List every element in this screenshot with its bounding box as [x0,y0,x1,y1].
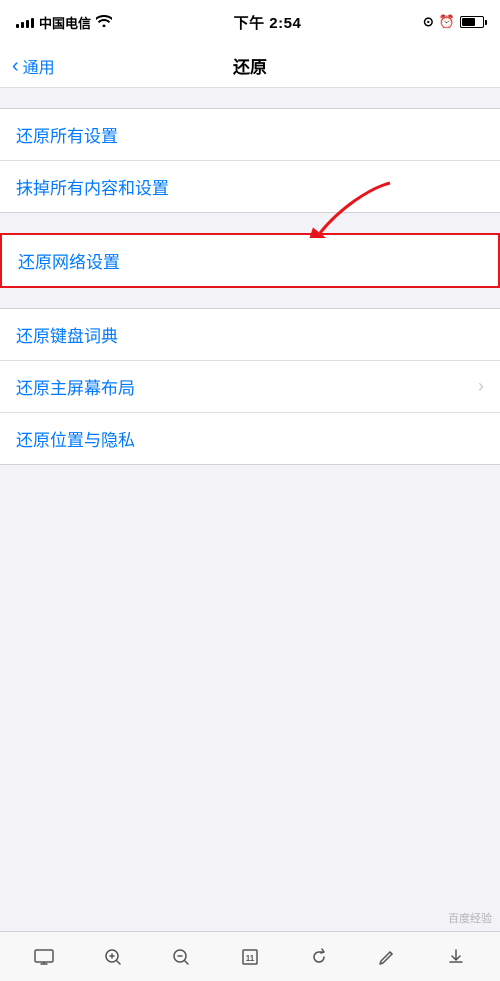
reset-network-label: 还原网络设置 [18,248,120,273]
highlighted-section: 还原网络设置 [0,233,500,288]
keyboard-label: 还原键盘词典 [16,322,118,347]
reset-all-label: 还原所有设置 [16,122,118,147]
content-area: 还原所有设置 抹掉所有内容和设置 还原网络设置 还原键盘词典 还原主屏幕布局 › [0,88,500,465]
back-label: 通用 [23,54,55,78]
page-view-button[interactable]: 11 [232,939,268,975]
home-screen-label: 还原主屏幕布局 [16,374,135,399]
refresh-button[interactable] [301,939,337,975]
bottom-toolbar: 11 [0,931,500,981]
back-chevron-icon: ‹ [12,56,19,76]
list-item-reset-all[interactable]: 还原所有设置 [0,109,500,161]
list-item-erase-all[interactable]: 抹掉所有内容和设置 [0,161,500,212]
back-button[interactable]: ‹ 通用 [12,54,55,78]
home-screen-chevron-icon: › [478,376,484,397]
signal-icon [16,16,34,28]
section-group-1: 还原所有设置 抹掉所有内容和设置 [0,108,500,213]
wifi-icon [96,15,112,30]
highlighted-item-network[interactable]: 还原网络设置 [0,233,500,288]
rotate-lock-icon: ⊙ [423,14,434,30]
watermark: 百度经验 [448,910,492,926]
status-bar: 中国电信 下午 2:54 ⊙ ⏰ [0,0,500,44]
list-item-home-screen[interactable]: 还原主屏幕布局 › [0,361,500,413]
monitor-button[interactable] [26,939,62,975]
download-button[interactable] [438,939,474,975]
location-label: 还原位置与隐私 [16,426,135,451]
status-time: 下午 2:54 [234,12,302,33]
battery-icon [460,16,484,28]
list-item-keyboard[interactable]: 还原键盘词典 [0,309,500,361]
edit-button[interactable] [369,939,405,975]
alarm-icon: ⏰ [439,14,455,30]
status-right: ⊙ ⏰ [423,14,484,30]
zoom-in-button[interactable] [95,939,131,975]
list-item-location[interactable]: 还原位置与隐私 [0,413,500,464]
status-left: 中国电信 [16,13,112,32]
svg-text:11: 11 [246,954,255,963]
erase-all-label: 抹掉所有内容和设置 [16,174,169,199]
carrier-label: 中国电信 [39,13,91,32]
zoom-out-button[interactable] [163,939,199,975]
page-title: 还原 [233,53,267,78]
section-group-2: 还原键盘词典 还原主屏幕布局 › 还原位置与隐私 [0,308,500,465]
nav-bar: ‹ 通用 还原 [0,44,500,88]
